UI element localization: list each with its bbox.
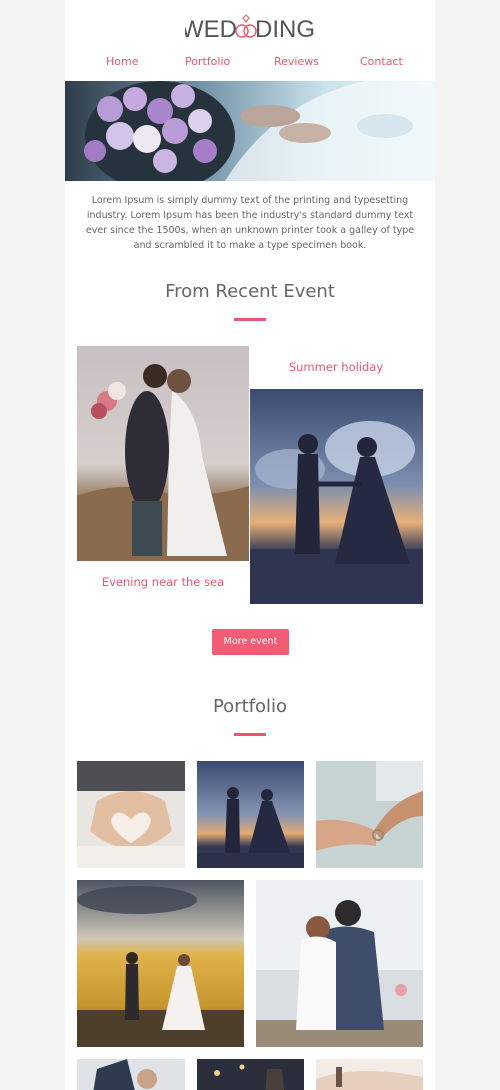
main-nav: Home Portfolio Reviews Contact — [65, 55, 435, 71]
portfolio-photo-partial-3[interactable] — [316, 1059, 423, 1090]
portfolio-photo-sunflowers[interactable] — [77, 880, 244, 1047]
rings-icon — [235, 14, 257, 38]
portfolio-photo-silhouette[interactable] — [197, 761, 304, 868]
portfolio-title: Portfolio — [212, 696, 288, 717]
recent-event-title: From Recent Event — [165, 281, 335, 302]
portfolio-photo-heart-hands[interactable] — [77, 761, 185, 868]
portfolio-photo-partial-2[interactable] — [197, 1059, 304, 1090]
brand-logo-right: DING — [255, 16, 315, 43]
nav-item-contact[interactable]: Contact — [360, 55, 403, 68]
portfolio-photo-dock-couple[interactable] — [256, 880, 423, 1047]
portfolio-photo-partial-1[interactable] — [77, 1059, 185, 1090]
nav-item-home[interactable]: Home — [106, 55, 138, 68]
intro-paragraph: Lorem Ipsum is simply dummy text of the … — [85, 195, 415, 251]
brand-logo[interactable]: WED DING — [65, 10, 435, 48]
caption-summer-holiday[interactable]: Summer holiday — [250, 360, 422, 374]
brand-logo-left: WED — [185, 16, 237, 43]
photo-evening-couple[interactable] — [77, 346, 249, 561]
more-event-button[interactable]: More event — [212, 629, 289, 655]
hero-image — [65, 81, 435, 181]
nav-item-portfolio[interactable]: Portfolio — [185, 55, 230, 68]
title-underline — [234, 318, 266, 321]
title-underline — [234, 733, 266, 736]
email-sheet: WED DING Home Portfolio Reviews Contact — [65, 0, 435, 1090]
nav-item-reviews[interactable]: Reviews — [274, 55, 319, 68]
portfolio-photo-rings[interactable] — [316, 761, 423, 868]
caption-evening-near-the-sea[interactable]: Evening near the sea — [77, 575, 249, 589]
photo-summer-holiday[interactable] — [250, 389, 423, 604]
